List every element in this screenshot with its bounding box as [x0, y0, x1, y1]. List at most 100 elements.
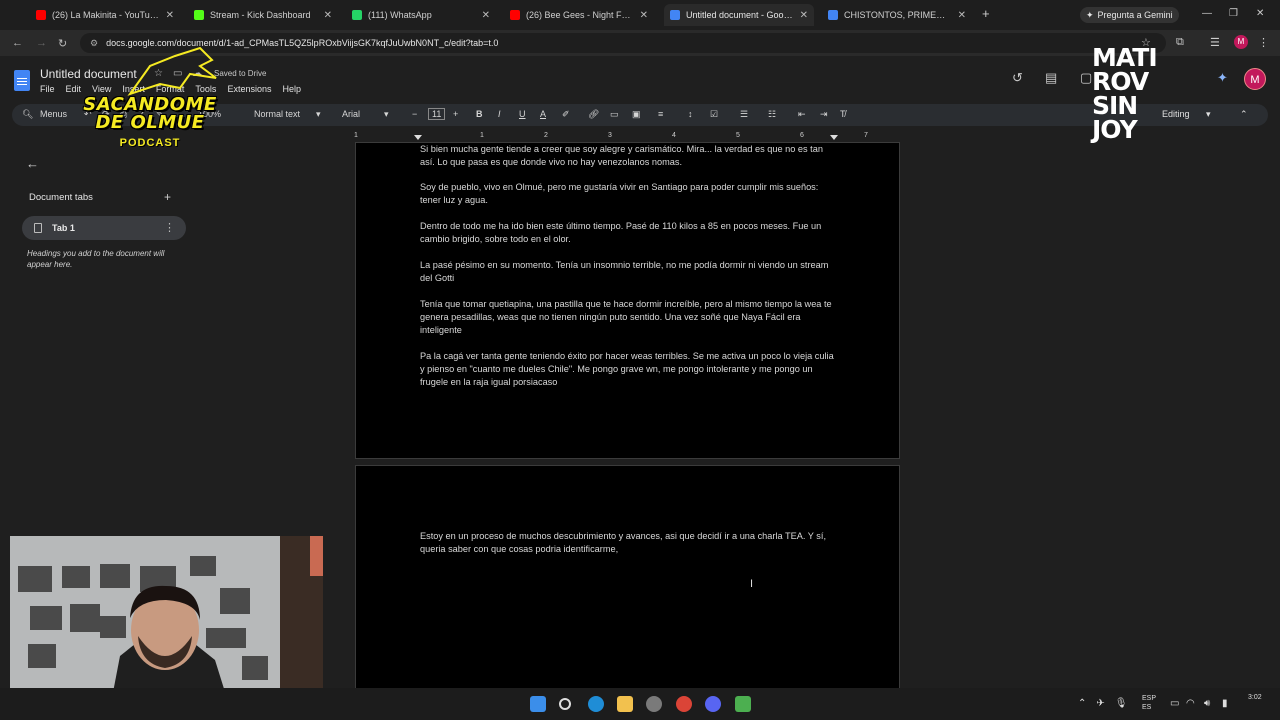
user-avatar[interactable]: M — [1244, 68, 1266, 90]
left-indent-marker[interactable] — [414, 135, 422, 140]
link-icon[interactable]: 🔗︎ — [588, 109, 599, 120]
menu-item-file[interactable]: File — [40, 84, 55, 94]
wifi-icon[interactable]: ◠ — [1186, 698, 1195, 709]
document-icon — [34, 223, 42, 233]
edge-icon[interactable] — [588, 696, 604, 712]
language-indicator[interactable]: ESP ES — [1142, 694, 1156, 712]
ruler[interactable]: 1 1 2 3 4 5 6 7 — [354, 130, 900, 142]
minecraft-icon[interactable] — [735, 696, 751, 712]
reload-icon[interactable]: ↻ — [58, 37, 67, 50]
more-menu-icon[interactable]: ⋮ — [1258, 36, 1269, 49]
close-tab-icon[interactable]: ✕ — [958, 10, 966, 21]
image-icon[interactable]: ▣ — [632, 109, 641, 120]
more-options-icon[interactable]: ⋮ — [164, 221, 175, 234]
document-page-2[interactable]: Estoy en un proceso de muchos descubrimi… — [355, 465, 900, 695]
menu-item-help[interactable]: Help — [282, 84, 301, 94]
version-history-icon[interactable]: ↺ — [1012, 70, 1023, 86]
decrease-indent-icon[interactable]: ⇤ — [798, 109, 806, 120]
increase-indent-icon[interactable]: ⇥ — [820, 109, 828, 120]
browser-tab[interactable]: (26) Bee Gees - Night Fever ✕ — [504, 4, 654, 26]
underline-icon[interactable]: U — [519, 109, 526, 119]
numbered-list-icon[interactable]: ☷ — [768, 109, 776, 120]
font-size-decrease-icon[interactable]: − — [412, 109, 417, 119]
document-paragraph[interactable]: Soy de pueblo, vivo en Olmué, pero me gu… — [420, 181, 840, 207]
add-tab-icon[interactable]: + — [164, 190, 171, 204]
language-layout: ES — [1142, 704, 1152, 711]
meet-icon[interactable]: ▢ — [1080, 70, 1092, 86]
close-tab-icon[interactable]: ✕ — [640, 10, 648, 21]
align-icon[interactable]: ≡ — [658, 109, 663, 119]
close-tab-icon[interactable]: ✕ — [324, 10, 332, 21]
menu-item-extensions[interactable]: Extensions — [227, 84, 271, 94]
document-paragraph[interactable]: La pasé pésimo en su momento. Tenía un i… — [420, 259, 840, 285]
collapse-icon[interactable]: ⌃ — [1240, 109, 1248, 120]
browser-tab[interactable]: CHISTONTOS, PRIMEROS CHIS ✕ — [822, 4, 972, 26]
new-tab-button[interactable]: + — [982, 6, 990, 21]
style-dropdown-icon[interactable]: ▾ — [316, 109, 321, 120]
menu-item-edit[interactable]: Edit — [66, 84, 82, 94]
app-icon[interactable] — [646, 696, 662, 712]
gemini-label: Pregunta a Gemini — [1097, 10, 1173, 20]
close-tab-icon[interactable]: ✕ — [166, 10, 174, 21]
start-icon[interactable] — [530, 696, 546, 712]
battery-icon[interactable]: ▮ — [1222, 698, 1228, 709]
font-size-input[interactable]: 11 — [428, 108, 446, 120]
menu-item-view[interactable]: View — [92, 84, 111, 94]
close-tab-icon[interactable]: ✕ — [482, 10, 490, 21]
style-select[interactable]: Normal text — [254, 109, 300, 119]
microphone-icon[interactable]: 🎙︎ — [1115, 698, 1128, 709]
line-spacing-icon[interactable]: ↕ — [688, 109, 693, 119]
back-icon[interactable]: ← — [12, 37, 23, 49]
close-window-icon[interactable]: ✕ — [1256, 8, 1264, 19]
text-color-icon[interactable]: A — [540, 109, 546, 119]
highlight-icon[interactable]: ✐ — [562, 109, 570, 120]
reading-list-icon[interactable]: ☰ — [1210, 36, 1220, 49]
volume-icon[interactable]: 🔊︎ — [1204, 698, 1210, 709]
file-explorer-icon[interactable] — [617, 696, 633, 712]
chrome-icon[interactable] — [676, 696, 692, 712]
browser-tab[interactable]: (111) WhatsApp ✕ — [346, 4, 496, 26]
document-paragraph[interactable]: Pa la cagá ver tanta gente teniendo éxit… — [420, 350, 840, 389]
comment-icon[interactable]: ▭ — [610, 109, 619, 120]
document-page-1[interactable]: Si bien mucha gente tiende a creer que s… — [355, 142, 900, 459]
font-size-increase-icon[interactable]: + — [453, 109, 458, 119]
search-menus-icon[interactable]: 🔍︎ — [22, 109, 33, 120]
maximize-icon[interactable]: ❐ — [1229, 8, 1238, 19]
browser-tab[interactable]: Untitled document - Google Do ✕ — [664, 4, 814, 26]
back-arrow-icon[interactable]: ← — [26, 156, 39, 171]
ruler-number: 3 — [608, 132, 612, 139]
browser-profile-avatar[interactable]: M — [1234, 35, 1248, 49]
ruler-number: 1 — [354, 132, 358, 139]
url-input[interactable]: ⚙ docs.google.com/document/d/1-ad_CPMasT… — [80, 33, 1166, 53]
tab-item-tab-1[interactable]: Tab 1 ⋮ — [22, 216, 186, 240]
bullet-list-icon[interactable]: ☰ — [740, 109, 748, 120]
gemini-sparkle-icon[interactable]: ✦ — [1217, 70, 1228, 86]
docs-logo-icon[interactable] — [14, 70, 30, 91]
tray-app-icon[interactable]: ✈ — [1096, 698, 1104, 709]
browser-tab[interactable]: (26) La Makinita - YouTube ✕ — [30, 4, 180, 26]
document-paragraph[interactable]: Estoy en un proceso de muchos descubrimi… — [420, 530, 840, 556]
close-tab-icon[interactable]: ✕ — [800, 10, 808, 21]
font-select[interactable]: Arial — [342, 109, 360, 119]
ruler-number: 2 — [544, 132, 548, 139]
right-indent-marker[interactable] — [830, 135, 838, 140]
document-paragraph[interactable]: Dentro de todo me ha ido bien este últim… — [420, 220, 840, 246]
document-paragraph[interactable]: Tenía que tomar quetiapina, una pastilla… — [420, 298, 840, 337]
minimize-icon[interactable]: — — [1202, 8, 1212, 19]
discord-icon[interactable] — [705, 696, 721, 712]
font-dropdown-icon[interactable]: ▾ — [384, 109, 389, 120]
search-icon[interactable] — [559, 698, 571, 710]
browser-tab[interactable]: Stream - Kick Dashboard ✕ — [188, 4, 338, 26]
display-icon[interactable]: ▭ — [1170, 698, 1179, 709]
gemini-button[interactable]: ✦ Pregunta a Gemini — [1080, 7, 1179, 23]
italic-icon[interactable]: I — [498, 109, 501, 119]
tray-chevron-icon[interactable]: ⌃ — [1078, 698, 1086, 709]
forward-icon[interactable]: → — [36, 37, 47, 49]
clear-formatting-icon[interactable]: T̸ — [840, 109, 846, 119]
comments-icon[interactable]: ▤ — [1045, 70, 1057, 86]
clock[interactable]: 3:02 — [1248, 693, 1262, 703]
checklist-icon[interactable]: ☑ — [710, 109, 718, 120]
document-paragraph[interactable]: Si bien mucha gente tiende a creer que s… — [420, 143, 840, 169]
bold-icon[interactable]: B — [476, 109, 483, 119]
site-info-icon[interactable]: ⚙ — [90, 38, 98, 49]
